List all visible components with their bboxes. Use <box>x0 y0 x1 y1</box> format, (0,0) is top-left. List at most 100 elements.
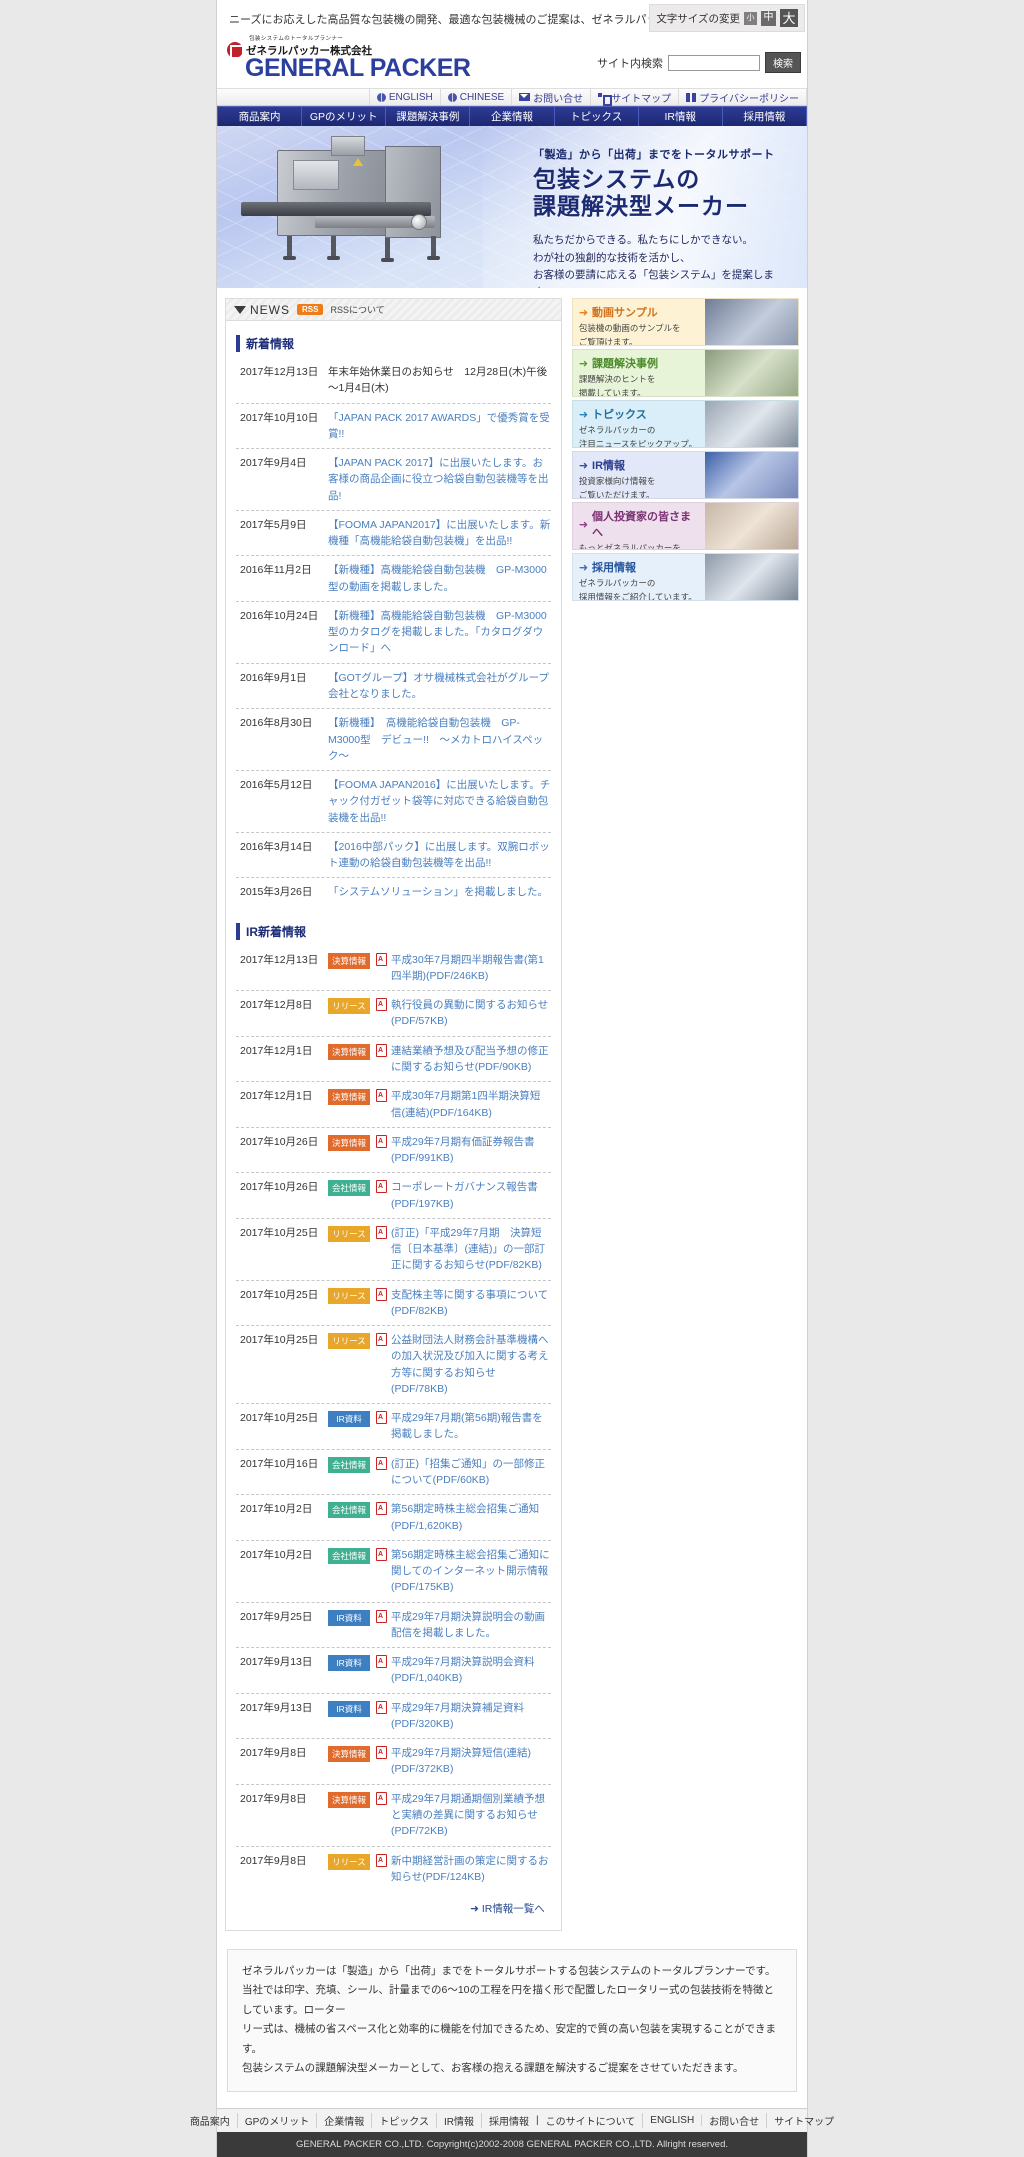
font-size-large-button[interactable]: 大 <box>780 9 798 27</box>
ir-row[interactable]: 2017年10月25日リリース (訂正)「平成29年7月期 決算短信〔日本基準〕(… <box>236 1219 551 1281</box>
promo-banner[interactable]: ➜ 動画サンプル 包装機の動画のサンプルを ご覧頂けます。 <box>571 298 799 346</box>
ir-row[interactable]: 2017年9月13日 IR資料 平成29年7月期決算補足資料 (PDF/320KB) <box>236 1694 551 1740</box>
ir-text[interactable]: 第56期定時株主総会招集ご通知(PDF/1,620KB) <box>391 1501 551 1534</box>
ir-text[interactable]: 平成30年7月期四半期報告書(第1四半期)(PDF/246KB) <box>391 952 551 985</box>
ir-text[interactable]: 平成29年7月期決算説明会の動画配信を掲載しました。 <box>391 1609 551 1642</box>
ir-text[interactable]: 平成29年7月期決算説明会資料(PDF/1,040KB) <box>391 1654 551 1687</box>
footer-link[interactable]: 採用情報 <box>482 2113 536 2128</box>
ir-text[interactable]: 平成29年7月期決算短信(連結)(PDF/372KB) <box>391 1745 551 1778</box>
footer-link[interactable]: サイトマップ <box>767 2113 841 2128</box>
footer-link[interactable]: IR情報 <box>437 2112 482 2128</box>
ir-text[interactable]: 連結業績予想及び配当予想の修正に関するお知らせ(PDF/90KB) <box>391 1043 551 1076</box>
footer-link[interactable]: GPのメリット <box>238 2112 318 2128</box>
ir-text[interactable]: 平成30年7月期第1四半期決算短信(連結)(PDF/164KB) <box>391 1088 551 1121</box>
ir-text[interactable]: 支配株主等に関する事項について(PDF/82KB) <box>391 1287 551 1320</box>
utility-nav-item-sitemap[interactable]: サイトマップ <box>590 89 678 106</box>
ir-row[interactable]: 2017年10月2日 会社情報 第56期定時株主総会招集ご通知(PDF/1,620K… <box>236 1495 551 1541</box>
news-row[interactable]: 2017年10月10日 「JAPAN PACK 2017 AWARDS」で優秀賞を… <box>236 404 551 450</box>
promo-banner[interactable]: ➜ 採用情報 ゼネラルパッカーの 採用情報をご紹介しています。 <box>571 553 799 601</box>
pdf-icon <box>376 1655 387 1669</box>
nav-item-merits[interactable]: GPのメリット <box>302 107 387 126</box>
rss-badge[interactable]: RSS <box>297 304 324 315</box>
ir-row[interactable]: 2017年9月25日 IR資料 平成29年7月期決算説明会の動画配信を掲載しました。 <box>236 1603 551 1649</box>
news-row[interactable]: 2016年9月1日 【GOTグループ】オサ機械株式会社がグループ会社となりました。 <box>236 664 551 710</box>
ir-text[interactable]: (訂正)「招集ご通知」の一部修正について(PDF/60KB) <box>391 1456 551 1489</box>
font-size-small-button[interactable]: 小 <box>744 11 757 25</box>
ir-text[interactable]: コーポレートガバナンス報告書(PDF/197KB) <box>391 1179 551 1212</box>
ir-row[interactable]: 2017年12月1日 決算情報 連結業績予想及び配当予想の修正に関するお知らせ(PD… <box>236 1037 551 1083</box>
news-row[interactable]: 2015年3月26日 「システムソリューション」を掲載しました。 <box>236 878 551 906</box>
ir-text[interactable]: 平成29年7月期決算補足資料 (PDF/320KB) <box>391 1700 551 1733</box>
nav-item-cases[interactable]: 課題解決事例 <box>386 107 471 126</box>
promo-banner[interactable]: ➜個人投資家の皆さまへもっとゼネラルパッカーを知っていただく為の情報を集めました… <box>571 502 799 550</box>
ir-row[interactable]: 2017年10月16日会社情報 (訂正)「招集ご通知」の一部修正について(PDF/… <box>236 1450 551 1496</box>
search-button[interactable]: 検索 <box>765 52 801 73</box>
promo-banner-image <box>704 503 798 549</box>
ir-row[interactable]: 2017年9月8日 決算情報 平成29年7月期通期個別業績予想と実績の差異に関するお… <box>236 1785 551 1847</box>
ir-row[interactable]: 2017年12月1日 決算情報 平成30年7月期第1四半期決算短信(連結)(PDF/… <box>236 1082 551 1128</box>
ir-row[interactable]: 2017年10月25日リリース 公益財団法人財務会計基準機構への加入状況及び加入に… <box>236 1326 551 1405</box>
ir-row[interactable]: 2017年10月25日リリース 支配株主等に関する事項について(PDF/82KB) <box>236 1281 551 1327</box>
ir-text[interactable]: 執行役員の異動に関するお知らせ(PDF/57KB) <box>391 997 551 1030</box>
nav-item-recruit[interactable]: 採用情報 <box>723 107 807 126</box>
news-text[interactable]: 【新機種】高機能給袋自動包装機 GP-M3000型のカタログを掲載しました。「カ… <box>328 608 551 657</box>
ir-text[interactable]: 第56期定時株主総会招集ご通知に関してのインターネット開示情報(PDF/175K… <box>391 1547 551 1596</box>
news-text[interactable]: 【FOOMA JAPAN2017】に出展いたします。新機種「高機能給袋自動包装機… <box>328 517 551 550</box>
description-line4: 包装システムの課題解決型メーカーとして、お客様の抱える課題を解決するご提案をさせ… <box>242 2062 744 2075</box>
promo-banner[interactable]: ➜ トピックス ゼネラルパッカーの 注目ニュースをピックアップ。 <box>571 400 799 448</box>
footer-link[interactable]: トピックス <box>372 2112 437 2128</box>
news-text[interactable]: 【新機種】高機能給袋自動包装機 GP-M3000型の動画を掲載しました。 <box>328 562 551 595</box>
ir-more-link[interactable]: ➜ IR情報一覧へ <box>236 1891 551 1920</box>
ir-row[interactable]: 2017年12月8日 リリース 執行役員の異動に関するお知らせ(PDF/57KB) <box>236 991 551 1037</box>
nav-item-company[interactable]: 企業情報 <box>470 107 555 126</box>
company-description: ゼネラルパッカーは「製造」から「出荷」までをトータルサポートする包装システムのト… <box>227 1949 797 2092</box>
ir-row[interactable]: 2017年10月25日 IR資料 平成29年7月期(第56期)報告書を掲載しました。 <box>236 1404 551 1450</box>
ir-row[interactable]: 2017年9月8日 決算情報 平成29年7月期決算短信(連結)(PDF/372KB) <box>236 1739 551 1785</box>
news-row[interactable]: 2017年9月4日 【JAPAN PACK 2017】に出展いたします。お客様の商… <box>236 449 551 511</box>
news-row[interactable]: 2017年5月9日 【FOOMA JAPAN2017】に出展いたします。新機種「高… <box>236 511 551 557</box>
footer-link[interactable]: お問い合せ <box>702 2112 768 2128</box>
footer-link[interactable]: ENGLISH <box>643 2114 703 2126</box>
news-row[interactable]: 2016年8月30日 【新機種】 高機能給袋自動包装機 GP-M3000型 デビュ… <box>236 709 551 772</box>
ir-row[interactable]: 2017年9月13日 IR資料 平成29年7月期決算説明会資料(PDF/1,040K… <box>236 1648 551 1694</box>
news-text[interactable]: 【GOTグループ】オサ機械株式会社がグループ会社となりました。 <box>328 670 551 703</box>
nav-item-ir[interactable]: IR情報 <box>639 107 723 126</box>
utility-nav-item-contact[interactable]: お問い合せ <box>511 89 590 105</box>
utility-nav-item-english[interactable]: ENGLISH <box>368 89 440 105</box>
ir-row[interactable]: 2017年12月13日決算情報 平成30年7月期四半期報告書(第1四半期)(PDF… <box>236 946 551 992</box>
footer-link[interactable]: このサイトについて <box>539 2112 644 2128</box>
ir-text[interactable]: 平成29年7月期通期個別業績予想と実績の差異に関するお知らせ(PDF/72KB) <box>391 1791 551 1840</box>
news-text[interactable]: 【2016中部パック】に出展します。双腕ロボット連動の給袋自動包装機等を出品!! <box>328 839 551 872</box>
ir-row[interactable]: 2017年10月26日会社情報 コーポレートガバナンス報告書(PDF/197KB) <box>236 1173 551 1219</box>
utility-nav-item-privacy[interactable]: プライバシーポリシー <box>678 89 807 105</box>
packaging-machine-illustration <box>235 136 470 270</box>
news-text[interactable]: 【FOOMA JAPAN2016】に出展いたします。チャック付ガゼット袋等に対応… <box>328 777 551 826</box>
ir-text[interactable]: 公益財団法人財務会計基準機構への加入状況及び加入に関する考え方等に関するお知らせ… <box>391 1332 551 1397</box>
news-text[interactable]: 「システムソリューション」を掲載しました。 <box>328 884 548 900</box>
ir-text[interactable]: 平成29年7月期(第56期)報告書を掲載しました。 <box>391 1410 551 1443</box>
ir-text[interactable]: 平成29年7月期有価証券報告書(PDF/991KB) <box>391 1134 551 1167</box>
news-text[interactable]: 【JAPAN PACK 2017】に出展いたします。お客様の商品企画に役立つ給袋… <box>328 455 551 504</box>
nav-item-products[interactable]: 商品案内 <box>217 107 303 126</box>
promo-banner[interactable]: ➜ 課題解決事例 課題解決のヒントを 掲載しています。 <box>571 349 799 397</box>
ir-row[interactable]: 2017年9月8日 リリース 新中期経営計画の策定に関するお知らせ(PDF/124K… <box>236 1847 551 1892</box>
ir-row[interactable]: 2017年10月26日決算情報 平成29年7月期有価証券報告書(PDF/991KB… <box>236 1128 551 1174</box>
utility-nav-item-chinese[interactable]: CHINESE <box>439 89 511 105</box>
nav-item-topics[interactable]: トピックス <box>555 107 639 126</box>
promo-banner[interactable]: ➜ IR情報 投資家様向け情報を ご覧いただけます。 <box>571 451 799 499</box>
site-logo[interactable]: 包装システムのトータルプランナー ゼネラルパッカー株式会社 GENERAL PA… <box>227 34 471 81</box>
footer-link[interactable]: 企業情報 <box>317 2112 373 2128</box>
news-text[interactable]: 【新機種】 高機能給袋自動包装機 GP-M3000型 デビュー!! ～メカトロハ… <box>328 715 551 764</box>
font-size-medium-button[interactable]: 中 <box>761 10 776 26</box>
news-text[interactable]: 「JAPAN PACK 2017 AWARDS」で優秀賞を受賞!! <box>328 410 551 443</box>
news-row[interactable]: 2016年11月2日 【新機種】高機能給袋自動包装機 GP-M3000型の動画を掲… <box>236 556 551 602</box>
ir-text[interactable]: 新中期経営計画の策定に関するお知らせ(PDF/124KB) <box>391 1853 551 1886</box>
news-row[interactable]: 2016年10月24日 【新機種】高機能給袋自動包装機 GP-M3000型のカタロ… <box>236 602 551 664</box>
news-row[interactable]: 2016年5月12日 【FOOMA JAPAN2016】に出展いたします。チャック… <box>236 771 551 833</box>
ir-row[interactable]: 2017年10月2日 会社情報 第56期定時株主総会招集ご通知に関してのインターネッ… <box>236 1541 551 1603</box>
footer-link[interactable]: 商品案内 <box>183 2112 238 2128</box>
rss-about-link[interactable]: RSSについて <box>330 303 384 316</box>
news-row[interactable]: 2016年3月14日 【2016中部パック】に出展します。双腕ロボット連動の給袋自… <box>236 833 551 879</box>
search-input[interactable] <box>668 54 760 71</box>
ir-text[interactable]: (訂正)「平成29年7月期 決算短信〔日本基準〕(連結)」の一部訂正に関するお知… <box>391 1225 551 1274</box>
